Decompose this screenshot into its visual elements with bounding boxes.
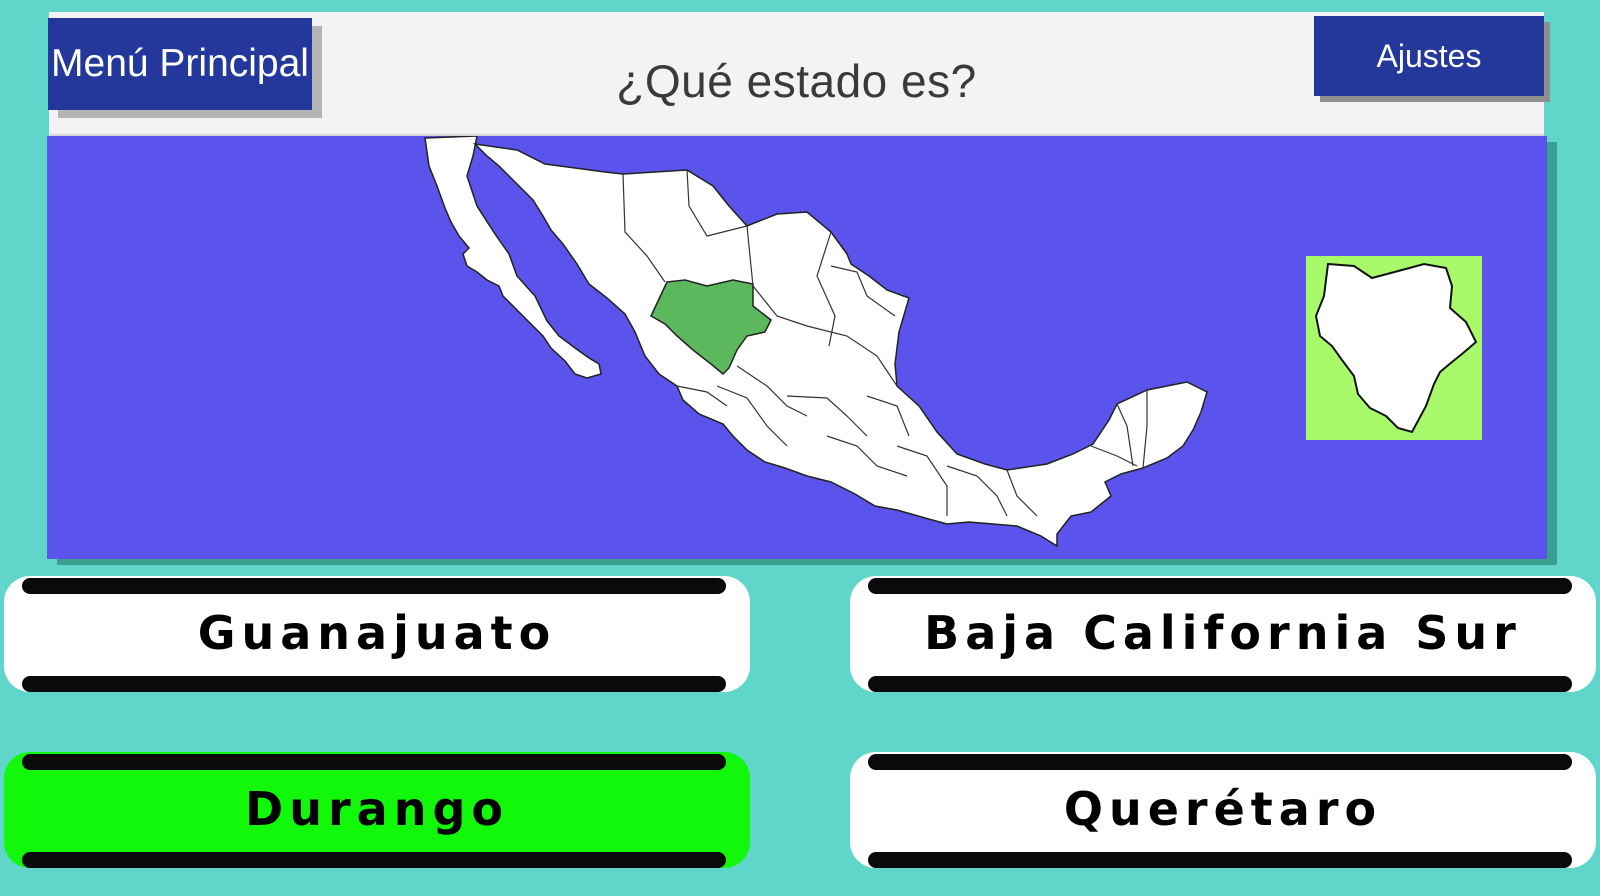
mainland-shape [472,142,1208,548]
answer-bottom-bar [22,852,726,868]
answer-bottom-bar [868,852,1572,868]
state-thumbnail [1306,256,1482,440]
answer-button-queretaro[interactable]: Querétaro [850,752,1596,868]
answer-top-bar [22,754,726,770]
answer-top-bar [22,578,726,594]
answer-label: Durango [245,782,509,836]
answer-top-bar [868,754,1572,770]
answer-label: Querétaro [1063,782,1383,836]
answer-label: Guanajuato [197,606,557,660]
answer-button-baja-california-sur[interactable]: Baja California Sur [850,576,1596,692]
answer-label: Baja California Sur [924,606,1522,660]
settings-button[interactable]: Ajustes [1314,16,1544,96]
answer-bottom-bar [868,676,1572,692]
main-menu-button[interactable]: Menú Principal [48,18,312,110]
answer-button-guanajuato[interactable]: Guanajuato [4,576,750,692]
answer-top-bar [868,578,1572,594]
durango-outline-icon [1314,262,1478,434]
answer-button-durango[interactable]: Durango [4,752,750,868]
answer-bottom-bar [22,676,726,692]
